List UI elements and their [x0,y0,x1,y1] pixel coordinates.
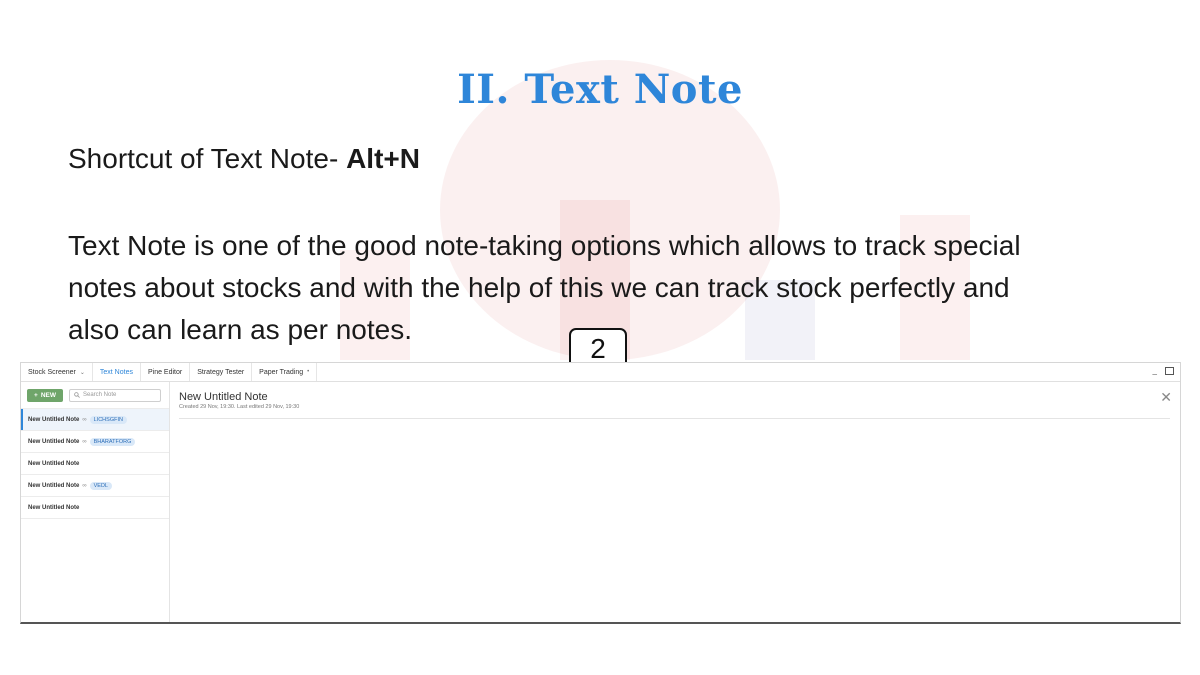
note-meta: Created 29 Nov, 19:30. Last edited 29 No… [179,404,300,410]
shortcut-prefix: Shortcut of Text Note- [68,143,347,174]
search-note-input[interactable]: Search Note [69,388,161,402]
note-list-item[interactable]: New Untitled Note ∞ LICHSGFIN [21,409,169,431]
bottom-tab-bar: Stock Screener ⌄ Text Notes Pine Editor … [21,363,1180,382]
window-controls: _ [1153,366,1174,375]
symbol-tag[interactable]: LICHSGFIN [89,415,127,424]
link-icon: ∞ [82,416,87,423]
plus-icon: + [34,391,38,399]
status-dot-icon: • [307,369,310,375]
tab-label: Pine Editor [147,368,183,376]
note-item-title: New Untitled Note [28,482,80,489]
tab-strategy-tester[interactable]: Strategy Tester [190,363,253,381]
tab-paper-trading[interactable]: Paper Trading • [252,363,318,381]
divider [179,418,1170,419]
tab-stock-screener[interactable]: Stock Screener ⌄ [21,363,93,381]
link-icon: ∞ [82,438,87,445]
note-item-title: New Untitled Note [28,416,80,423]
sidebar-toolbar: + NEW Search Note [21,382,169,409]
search-placeholder: Search Note [83,392,117,398]
tab-label: Stock Screener [28,368,76,376]
chevron-down-icon: ⌄ [79,369,85,376]
shortcut-line: Shortcut of Text Note- Alt+N [68,143,420,175]
shortcut-keys: Alt+N [346,143,420,174]
note-editor: New Untitled Note Created 29 Nov, 19:30.… [179,391,1170,419]
note-list-item[interactable]: New Untitled Note ∞ BHARATFORG [21,431,169,453]
symbol-tag[interactable]: BHARATFORG [89,437,136,446]
note-list-item[interactable]: New Untitled Note ∞ VEDL [21,475,169,497]
close-icon[interactable]: ✕ [1160,390,1172,404]
text-notes-panel: Stock Screener ⌄ Text Notes Pine Editor … [20,362,1181,624]
note-item-title: New Untitled Note [28,460,80,467]
new-note-button[interactable]: + NEW [27,388,63,402]
minimize-icon[interactable]: _ [1153,366,1157,375]
tab-pine-editor[interactable]: Pine Editor [141,363,191,381]
maximize-icon[interactable] [1165,367,1174,375]
description-line: Text Note is one of the good note-taking… [68,230,1021,261]
search-icon [74,392,80,398]
note-title[interactable]: New Untitled Note [179,391,1170,403]
symbol-tag[interactable]: VEDL [89,481,112,490]
description-line: notes about stocks and with the help of … [68,272,1010,303]
tab-label: Text Notes [99,368,133,376]
note-list-item[interactable]: New Untitled Note [21,497,169,519]
link-icon: ∞ [82,482,87,489]
tab-label: Paper Trading [259,368,304,376]
notes-sidebar: + NEW Search Note New Untitled Note ∞ LI… [21,382,170,622]
new-button-label: NEW [40,391,56,399]
note-item-title: New Untitled Note [28,504,80,511]
tab-text-notes[interactable]: Text Notes [93,363,141,381]
note-list-item[interactable]: New Untitled Note [21,453,169,475]
note-item-title: New Untitled Note [28,438,80,445]
slide-title: II. Text Note [457,66,743,113]
tab-label: Strategy Tester [197,368,245,376]
